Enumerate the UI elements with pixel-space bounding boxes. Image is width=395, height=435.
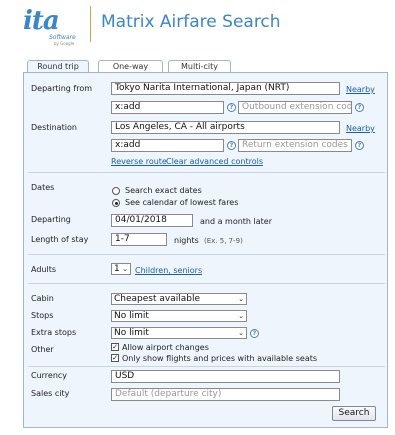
nearby-origin-link[interactable]: Nearby [346,85,375,94]
chevron-down-icon: ⌄ [122,265,128,273]
outbound-extension-help-icon[interactable]: ? [355,103,364,112]
adults-label: Adults [31,265,57,274]
nearby-destination-link[interactable]: Nearby [346,124,375,133]
header-divider [90,6,91,42]
section-divider [28,254,385,255]
exact-dates-label: Search exact dates [125,186,202,195]
destination-input[interactable]: Los Angeles, CA - All airports [111,121,340,134]
stops-label: Stops [31,311,54,320]
section-divider [28,366,385,367]
cabin-select-value: Cheapest available [114,294,200,304]
departing-date-input[interactable]: 04/01/2018 [111,214,193,227]
departing-range-text: and a month later [200,217,273,226]
outbound-extension-input[interactable]: Outbound extension codes [238,101,352,114]
stops-select[interactable]: No limit ⌄ [111,310,247,322]
return-code-help-icon[interactable]: ? [227,141,236,150]
other-label: Other [31,345,54,354]
sales-city-label: Sales city [31,389,70,398]
calendar-dates-label: See calendar of lowest fares [125,198,239,207]
cabin-label: Cabin [31,294,54,303]
exact-dates-radio[interactable] [112,187,120,195]
destination-label: Destination [31,123,77,132]
return-extension-help-icon[interactable]: ? [355,141,364,150]
dates-label: Dates [31,183,55,192]
extra-stops-label: Extra stops [31,328,77,337]
currency-label: Currency [31,371,68,380]
departing-from-label: Departing from [31,84,93,93]
stops-select-value: No limit [114,311,149,321]
departing-label: Departing [31,215,71,224]
adults-select[interactable]: 1 ⌄ [111,263,131,275]
ita-software-logo: ita Software by Google [23,6,83,46]
calendar-dates-radio[interactable] [112,199,120,207]
logo-byline: by Google [54,41,75,46]
return-code-input[interactable]: x:add [111,139,224,152]
page-title: Matrix Airfare Search [101,12,281,32]
header: ita Software by Google Matrix Airfare Se… [0,0,395,50]
allow-airport-changes-checkbox[interactable]: ✓ [111,343,119,351]
departing-from-input[interactable]: Tokyo Narita International, Japan (NRT) [111,82,340,95]
section-divider [28,283,385,284]
outbound-code-input[interactable]: x:add [111,101,224,114]
section-divider [28,172,385,173]
reverse-route-link[interactable]: Reverse route [111,157,167,166]
extra-stops-select[interactable]: No limit ⌄ [111,327,247,339]
nights-label: nights [174,236,199,245]
only-available-checkbox[interactable]: ✓ [111,354,119,362]
return-extension-input[interactable]: Return extension codes [238,139,352,152]
allow-airport-changes-label: Allow airport changes [122,343,209,352]
only-available-label: Only show flights and prices with availa… [122,354,318,363]
logo-subtext: Software [49,34,76,41]
clear-advanced-controls-link[interactable]: Clear advanced controls [166,157,263,166]
extra-stops-select-value: No limit [114,328,149,338]
cabin-select[interactable]: Cheapest available ⌄ [111,293,247,305]
adults-select-value: 1 [114,264,120,274]
chevron-down-icon: ⌄ [238,295,244,303]
length-of-stay-input[interactable]: 1-7 [111,233,167,246]
length-of-stay-label: Length of stay [31,235,89,244]
currency-input[interactable]: USD [111,370,340,383]
chevron-down-icon: ⌄ [238,312,244,320]
search-button[interactable]: Search [332,406,376,421]
children-seniors-link[interactable]: Children, seniors [135,266,202,275]
outbound-code-help-icon[interactable]: ? [227,103,236,112]
sales-city-input[interactable]: Default (departure city) [111,388,340,401]
search-form-panel: Departing from Tokyo Narita Internationa… [23,72,388,428]
extra-stops-help-icon[interactable]: ? [250,329,259,338]
chevron-down-icon: ⌄ [238,329,244,337]
logo-text: ita [23,6,60,36]
nights-hint: (Ex. 5, 7-9) [204,237,243,245]
